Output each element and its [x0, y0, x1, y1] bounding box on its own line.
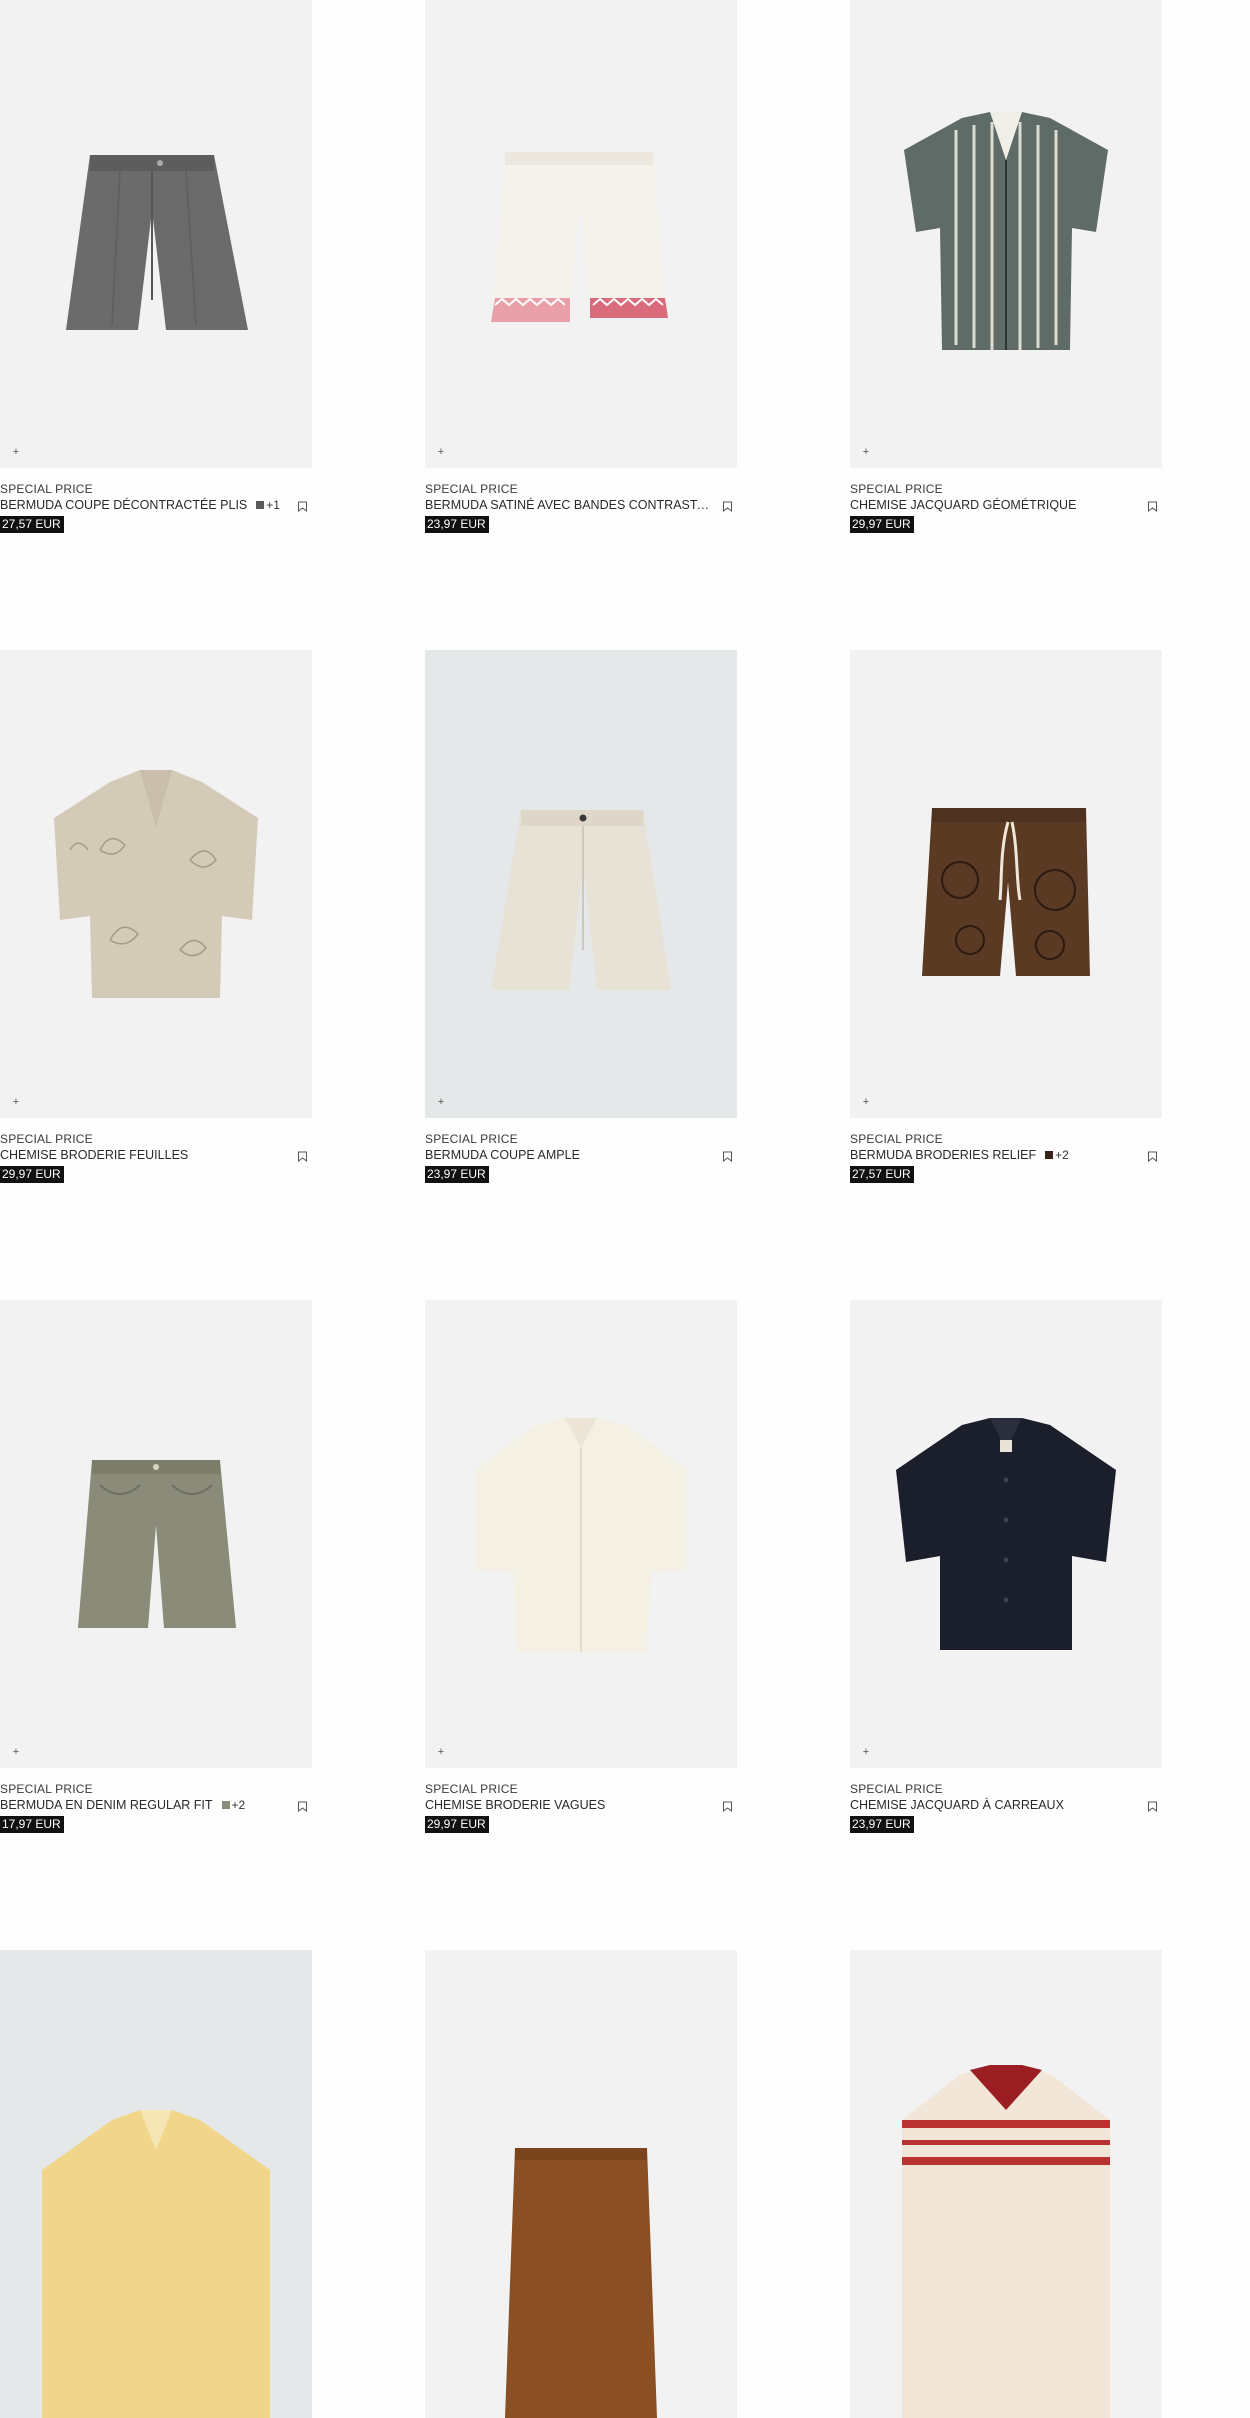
product-card[interactable] [425, 1950, 737, 2418]
quick-add-button[interactable]: + [860, 1746, 872, 1758]
bookmark-icon[interactable] [1147, 1801, 1158, 1812]
quick-add-button[interactable]: + [10, 1746, 22, 1758]
special-price-label: SPECIAL PRICE [850, 1132, 943, 1146]
color-swatch [256, 501, 265, 509]
price-tag: 23,97 EUR [850, 1816, 914, 1833]
bookmark-icon[interactable] [297, 1801, 308, 1812]
product-image[interactable]: + [850, 650, 1162, 1118]
color-swatch [1045, 1151, 1054, 1159]
bookmark-icon[interactable] [722, 1151, 733, 1162]
brown-shorts-icon [505, 2148, 657, 2418]
quick-add-button[interactable]: + [10, 446, 22, 458]
product-image[interactable]: + [425, 0, 737, 468]
khaki-denim-shorts-icon [78, 1460, 236, 1628]
product-card[interactable]: + SPECIAL PRICE CHEMISE BRODERIE VAGUES … [425, 1300, 737, 1833]
ecru-wide-shorts-icon [491, 810, 671, 990]
product-name[interactable]: CHEMISE BRODERIE FEUILLES [0, 1146, 188, 1165]
bookmark-icon[interactable] [722, 501, 733, 512]
product-card[interactable]: + SPECIAL PRICE BERMUDA COUPE AMPLE 23,9… [425, 650, 737, 1183]
product-card[interactable]: + SPECIAL PRICE CHEMISE JACQUARD GÉOMÉTR… [850, 0, 1162, 533]
color-swatch [221, 1801, 230, 1809]
price-tag: 27,57 EUR [850, 1166, 914, 1183]
product-name[interactable]: BERMUDA BRODERIES RELIEF [850, 1146, 1036, 1165]
product-image[interactable]: + [425, 650, 737, 1118]
price-tag: 29,97 EUR [425, 1816, 489, 1833]
product-name[interactable]: CHEMISE JACQUARD À CARREAUX [850, 1796, 1064, 1815]
product-image[interactable]: + [0, 1300, 312, 1768]
leaf-embroidery-shirt-icon [54, 770, 258, 998]
quick-add-button[interactable]: + [860, 446, 872, 458]
product-card[interactable]: + SPECIAL PRICE CHEMISE BRODERIE FEUILLE… [0, 650, 312, 1183]
product-image[interactable]: + [850, 1300, 1162, 1768]
price-tag: 23,97 EUR [425, 516, 489, 533]
more-colors-indicator[interactable]: +2 [1045, 1146, 1069, 1165]
special-price-label: SPECIAL PRICE [0, 1782, 93, 1796]
product-image[interactable]: + [425, 1300, 737, 1768]
product-image[interactable] [425, 1950, 737, 2418]
price-tag: 17,97 EUR [0, 1816, 64, 1833]
special-price-label: SPECIAL PRICE [0, 482, 93, 496]
product-image[interactable]: + [0, 0, 312, 468]
cream-satin-shorts-icon [491, 152, 668, 322]
quick-add-button[interactable]: + [435, 1096, 447, 1108]
special-price-label: SPECIAL PRICE [425, 482, 518, 496]
quick-add-button[interactable]: + [435, 446, 447, 458]
product-card[interactable]: + SPECIAL PRICE CHEMISE JACQUARD À CARRE… [850, 1300, 1162, 1833]
special-price-label: SPECIAL PRICE [425, 1782, 518, 1796]
product-card[interactable]: + SPECIAL PRICE BERMUDA BRODERIES RELIEF… [850, 650, 1162, 1183]
wave-embroidery-shirt-icon [475, 1418, 687, 1652]
product-name[interactable]: BERMUDA EN DENIM REGULAR FIT [0, 1796, 213, 1815]
quick-add-button[interactable]: + [860, 1096, 872, 1108]
product-name[interactable]: CHEMISE BRODERIE VAGUES [425, 1796, 605, 1815]
product-card[interactable]: + SPECIAL PRICE BERMUDA EN DENIM REGULAR… [0, 1300, 312, 1833]
grey-pleated-shorts-icon [66, 155, 248, 330]
special-price-label: SPECIAL PRICE [0, 1132, 93, 1146]
product-image[interactable]: + [0, 650, 312, 1118]
special-price-label: SPECIAL PRICE [850, 1782, 943, 1796]
price-tag: 29,97 EUR [0, 1166, 64, 1183]
special-price-label: SPECIAL PRICE [425, 1132, 518, 1146]
bookmark-icon[interactable] [1147, 1151, 1158, 1162]
product-name[interactable]: BERMUDA SATINÉ AVEC BANDES CONTRASTANTES [425, 496, 717, 515]
product-card[interactable] [850, 1950, 1162, 2418]
price-tag: 23,97 EUR [425, 1166, 489, 1183]
product-name[interactable]: BERMUDA COUPE AMPLE [425, 1146, 580, 1165]
quick-add-button[interactable]: + [435, 1746, 447, 1758]
geometric-jacquard-shirt-icon [904, 112, 1108, 350]
quick-add-button[interactable]: + [10, 1096, 22, 1108]
product-card[interactable]: + SPECIAL PRICE BERMUDA SATINÉ AVEC BAND… [425, 0, 737, 533]
more-colors-indicator[interactable]: +2 [221, 1796, 245, 1815]
bookmark-icon[interactable] [297, 501, 308, 512]
product-card[interactable] [0, 1950, 312, 2418]
striped-polo-icon [902, 2065, 1110, 2418]
bookmark-icon[interactable] [297, 1151, 308, 1162]
price-tag: 27,57 EUR [0, 516, 64, 533]
navy-check-shirt-icon [896, 1418, 1116, 1650]
bookmark-icon[interactable] [1147, 501, 1158, 512]
more-colors-indicator[interactable]: +1 [256, 496, 280, 515]
bookmark-icon[interactable] [722, 1801, 733, 1812]
yellow-knit-shirt-icon [42, 2110, 270, 2418]
product-card[interactable]: + SPECIAL PRICE BERMUDA COUPE DÉCONTRACT… [0, 0, 312, 533]
product-image[interactable]: + [850, 0, 1162, 468]
price-tag: 29,97 EUR [850, 516, 914, 533]
brown-embroidered-shorts-icon [922, 808, 1090, 976]
special-price-label: SPECIAL PRICE [850, 482, 943, 496]
product-name[interactable]: CHEMISE JACQUARD GÉOMÉTRIQUE [850, 496, 1076, 515]
product-name[interactable]: BERMUDA COUPE DÉCONTRACTÉE PLIS [0, 496, 247, 515]
product-image[interactable] [850, 1950, 1162, 2418]
product-image[interactable] [0, 1950, 312, 2418]
